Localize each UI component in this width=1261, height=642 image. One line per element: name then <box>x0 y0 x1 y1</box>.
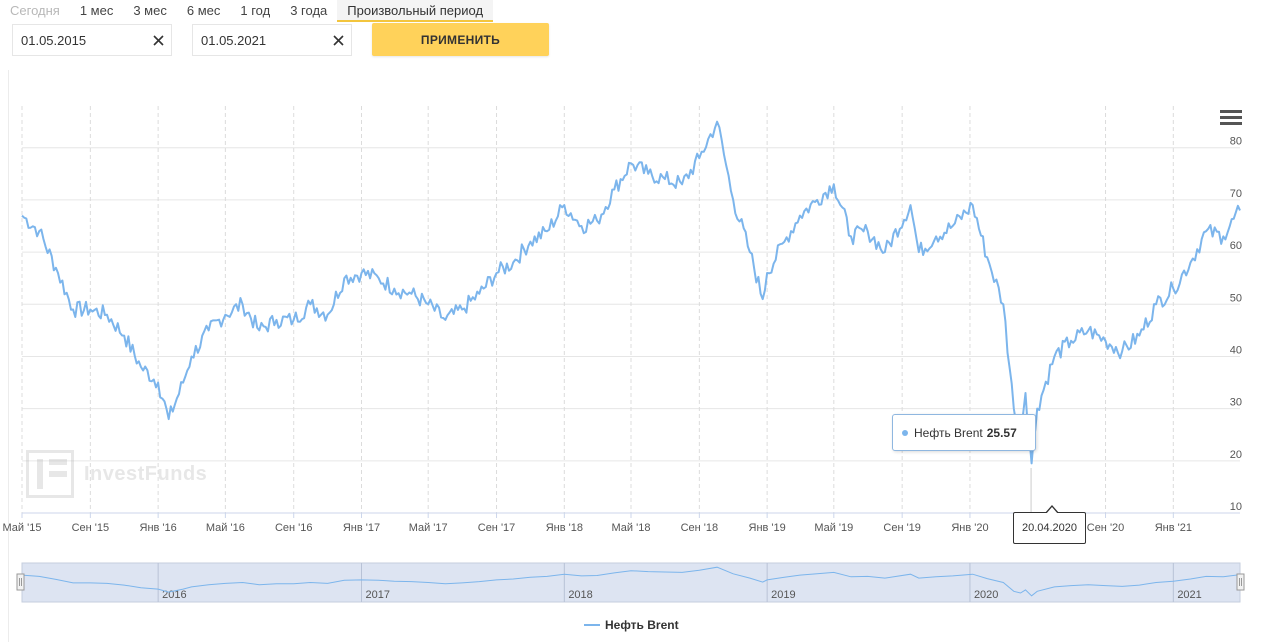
navigator-left-handle[interactable] <box>16 573 25 591</box>
price-chart: 10 20 30 40 50 60 70 80 Май '15 Сен '15 Янв '16 Ма… <box>3 106 1245 603</box>
navigator-year-label: 2020 <box>974 589 998 601</box>
y-tick-label: 20 <box>1230 449 1242 461</box>
y-tick-label: 30 <box>1230 397 1242 409</box>
chart-widget: Сегодня 1 мес 3 мес 6 мес 1 год 3 года П… <box>0 0 1261 642</box>
hamburger-menu-icon[interactable] <box>1220 110 1242 126</box>
investfunds-logo-icon <box>26 450 74 498</box>
navigator-year-label: 2019 <box>771 589 795 601</box>
x-tick-label: Янв '18 <box>546 522 583 534</box>
legend-item-brent[interactable]: Нефть Brent <box>584 618 679 632</box>
watermark-text: InvestFunds <box>84 462 208 485</box>
navigator-right-handle[interactable] <box>1236 573 1245 591</box>
x-tick-label: Май '15 <box>3 522 42 534</box>
x-tick-label: Янв '19 <box>749 522 786 534</box>
x-tick-label: Сен '17 <box>478 522 516 534</box>
x-tick-label: Сен '16 <box>275 522 313 534</box>
y-tick-label: 80 <box>1230 136 1242 148</box>
x-tick-label: Сен '20 <box>1087 522 1125 534</box>
x-tick-label: Янв '17 <box>343 522 380 534</box>
tooltip: Нефть Brent 25.57 <box>892 414 1036 451</box>
watermark: InvestFunds <box>26 450 207 498</box>
x-tick-label: Май '17 <box>409 522 448 534</box>
x-tick-label: Май '16 <box>206 522 245 534</box>
x-tick-label: Май '18 <box>612 522 651 534</box>
tooltip-series-name: Нефть Brent <box>914 425 983 440</box>
x-tick-label: Сен '19 <box>883 522 921 534</box>
legend-swatch <box>584 624 600 626</box>
y-tick-label: 60 <box>1230 240 1242 252</box>
tooltip-series-dot <box>902 429 908 436</box>
x-tick-label: Янв '16 <box>140 522 177 534</box>
y-tick-label: 10 <box>1230 501 1242 513</box>
tooltip-value: 25.57 <box>986 425 1017 440</box>
navigator-range[interactable] <box>21 562 1241 603</box>
x-tick-label: Янв '20 <box>951 522 988 534</box>
y-tick-label: 70 <box>1230 188 1242 200</box>
navigator-year-label: 2018 <box>568 589 592 601</box>
y-tick-label: 40 <box>1230 344 1242 356</box>
navigator-year-label: 2017 <box>366 589 390 601</box>
crosshair-date-label: 20.04.2020 <box>1013 512 1086 544</box>
x-tick-label: Сен '18 <box>681 522 719 534</box>
x-tick-label: Янв '21 <box>1155 522 1192 534</box>
y-tick-label: 50 <box>1230 292 1242 304</box>
x-tick-label: Май '19 <box>814 522 853 534</box>
legend-label: Нефть Brent <box>605 618 679 632</box>
navigator-year-label: 2021 <box>1177 589 1201 601</box>
x-tick-label: Сен '15 <box>72 522 110 534</box>
